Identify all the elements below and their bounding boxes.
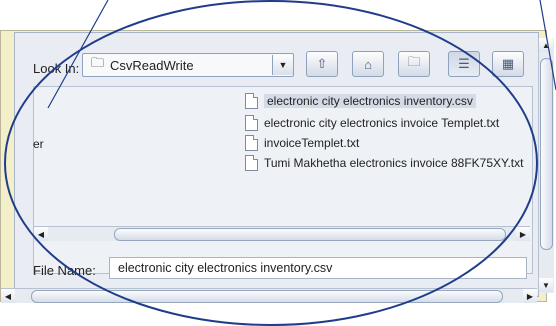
vertical-scrollbar[interactable]: ▲ ▼ [538,38,554,293]
look-in-value: CsvReadWrite [110,57,194,73]
list-item[interactable]: electronic city electronics inventory.cs… [245,92,476,110]
scrollbar-thumb[interactable] [31,290,503,303]
scroll-left-icon[interactable]: ◀ [1,289,15,303]
chevron-down-icon[interactable]: ▼ [272,55,293,75]
file-icon [245,155,258,171]
list-item[interactable]: electronic city electronics invoice Temp… [245,114,499,132]
list-item[interactable]: Tumi Makhetha electronics invoice 88FK75… [245,154,523,172]
list-item[interactable]: invoiceTemplet.txt [245,134,359,152]
file-name: electronic city electronics invoice Temp… [264,116,500,130]
scroll-left-icon[interactable]: ◀ [34,227,48,241]
file-name: invoiceTemplet.txt [264,136,360,150]
scroll-up-icon[interactable]: ▲ [539,38,553,52]
look-in-combo[interactable]: 🗀 CsvReadWrite ▼ [82,53,294,77]
scroll-down-icon[interactable]: ▼ [539,278,553,292]
file-icon [245,93,258,109]
list-view-button[interactable]: ☰ [448,51,480,77]
scroll-right-icon[interactable]: ▶ [523,289,537,303]
file-name-label: File Name: [33,263,96,278]
up-one-level-button[interactable]: ⇧ [306,51,338,77]
home-icon: ⌂ [364,56,372,72]
details-view-button[interactable]: ▦ [492,51,524,77]
home-button[interactable]: ⌂ [352,51,384,77]
scroll-right-icon[interactable]: ▶ [516,227,530,241]
file-icon [245,115,258,131]
list-view-icon: ☰ [458,56,470,71]
dialog-horizontal-scrollbar[interactable]: ◀ ▶ [1,288,537,303]
file-name-field[interactable]: electronic city electronics inventory.cs… [109,257,527,279]
look-in-label: Look In: [33,61,80,76]
folder-icon: 🗀 [91,55,105,70]
file-name: electronic city electronics inventory.cs… [264,94,476,108]
up-one-level-icon: ⇧ [316,56,328,71]
list-horizontal-scrollbar[interactable]: ◀ ▶ [34,226,530,241]
new-folder-button[interactable]: 🗀 [398,51,430,77]
file-icon [245,135,258,151]
details-view-icon: ▦ [501,56,515,71]
new-folder-icon: 🗀 [407,54,421,69]
scrollbar-thumb[interactable] [540,58,553,250]
scrollbar-thumb[interactable] [114,228,506,241]
file-name: Tumi Makhetha electronics invoice 88FK75… [264,156,524,170]
clipped-list-text: er [33,137,44,151]
